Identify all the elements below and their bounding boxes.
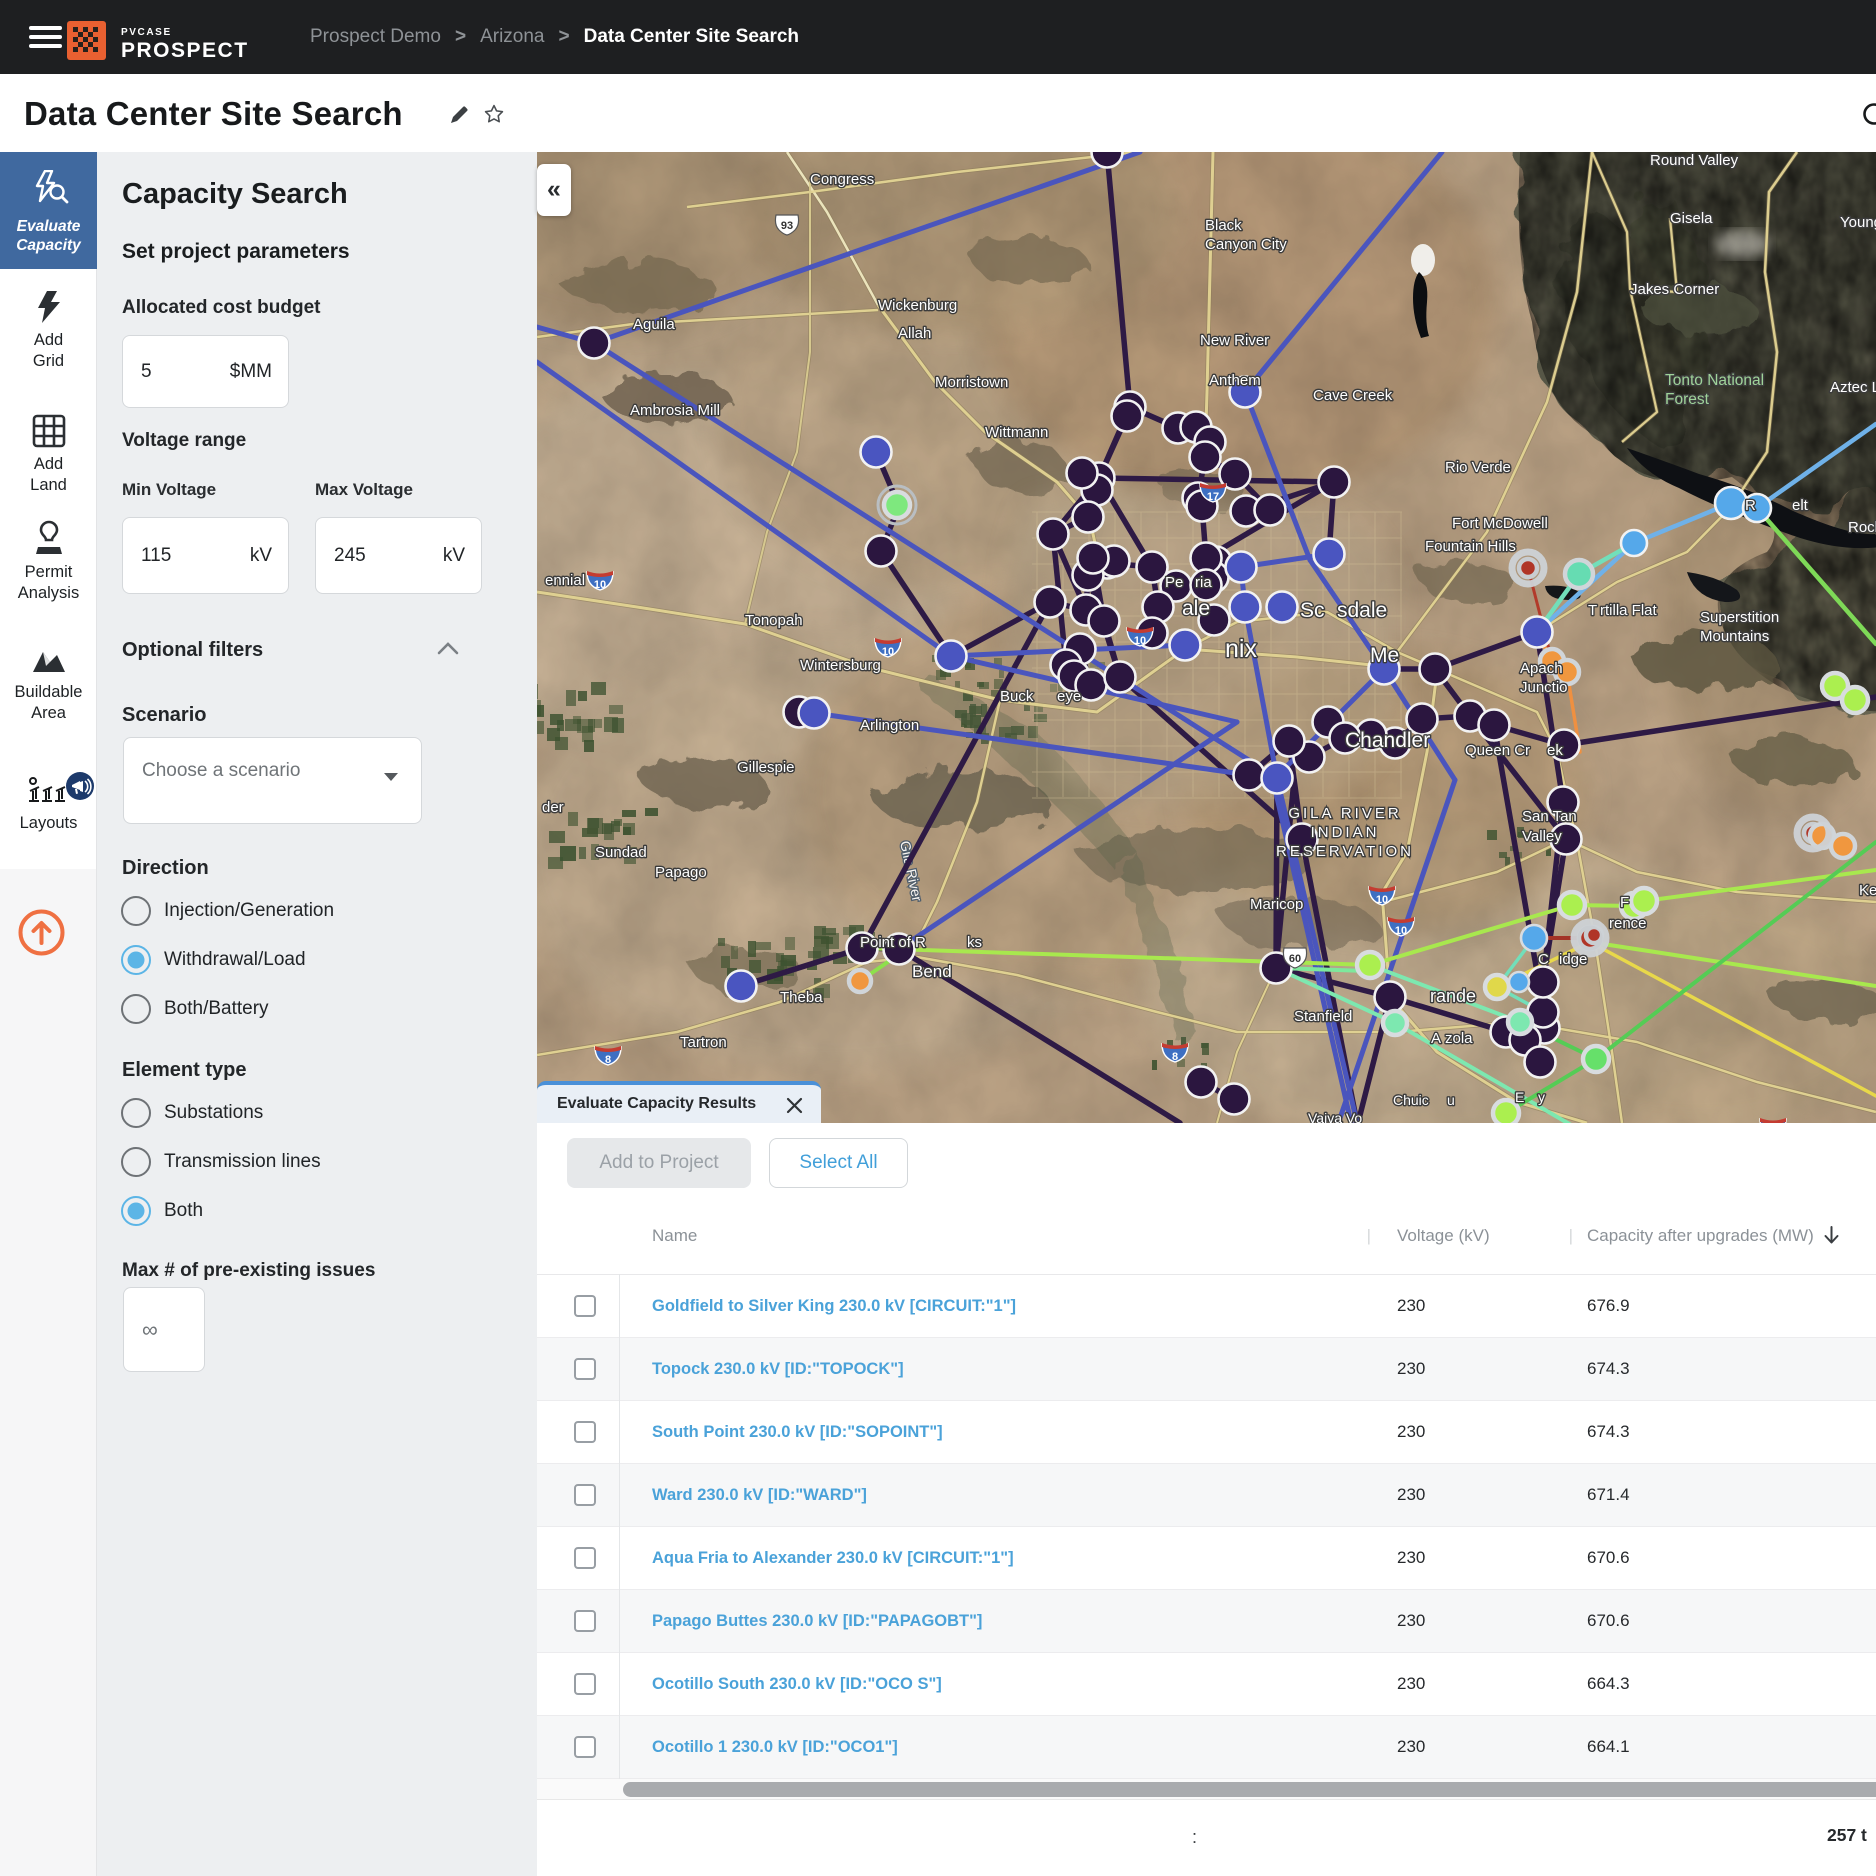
svg-text:Canyon City: Canyon City (1205, 236, 1287, 253)
svg-text:Pe: Pe (1165, 574, 1183, 591)
svg-text:10: 10 (1134, 635, 1146, 647)
svg-text:Apach: Apach (1520, 660, 1563, 677)
svg-text:C: C (1538, 951, 1549, 968)
svg-text:Point of R: Point of R (860, 934, 926, 951)
svg-text:Round Valley: Round Valley (1650, 152, 1739, 169)
svg-text:eye: eye (1057, 688, 1081, 705)
svg-text:Rock Hou: Rock Hou (1848, 519, 1876, 536)
svg-text:Wittmann: Wittmann (985, 424, 1048, 441)
svg-text:Stanfield: Stanfield (1294, 1008, 1352, 1025)
svg-text:Ke: Ke (1859, 882, 1876, 899)
svg-text:Superstition: Superstition (1700, 609, 1779, 626)
svg-text:San Tan: San Tan (1522, 808, 1577, 825)
svg-text:elt: elt (1792, 497, 1809, 514)
svg-text:Fort McDowell: Fort McDowell (1452, 515, 1548, 532)
svg-text:Allah: Allah (898, 325, 931, 342)
svg-text:Wickenburg: Wickenburg (878, 297, 957, 314)
svg-text:Forest: Forest (1665, 391, 1710, 408)
svg-text:rence: rence (1609, 915, 1647, 932)
svg-text:ria: ria (1195, 574, 1212, 591)
svg-text:10: 10 (1376, 894, 1388, 906)
svg-text:Papago: Papago (655, 864, 707, 881)
svg-text:Maricop: Maricop (1250, 896, 1303, 913)
svg-text:New River: New River (1200, 332, 1269, 349)
svg-text:Me: Me (1370, 644, 1399, 667)
svg-text:zola: zola (1445, 1030, 1473, 1047)
svg-text:sdale: sdale (1337, 599, 1387, 622)
svg-text:y: y (1538, 1089, 1545, 1105)
svg-text:Fountain Hills: Fountain Hills (1425, 538, 1516, 555)
svg-text:8: 8 (1172, 1051, 1178, 1063)
svg-text:GILA RIVER: GILA RIVER (1288, 805, 1401, 822)
svg-text:17: 17 (1207, 491, 1219, 503)
svg-text:Congress: Congress (810, 171, 874, 188)
svg-text:Morristown: Morristown (935, 374, 1008, 391)
svg-text:Vaiva Vo: Vaiva Vo (1308, 1110, 1362, 1123)
svg-text:Wintersburg: Wintersburg (800, 657, 881, 674)
svg-text:nix: nix (1225, 635, 1257, 663)
svg-text:Theba: Theba (780, 989, 823, 1006)
svg-text:rande: rande (1430, 986, 1476, 1006)
svg-text:Valley: Valley (1522, 828, 1562, 845)
svg-text:Aztec Lodg: Aztec Lodg (1830, 379, 1876, 396)
svg-text:Gisela: Gisela (1670, 210, 1713, 227)
svg-text:Sc: Sc (1300, 599, 1325, 622)
svg-text:Tartron: Tartron (680, 1034, 727, 1051)
svg-text:rtilla Flat: rtilla Flat (1600, 602, 1658, 619)
svg-text:A: A (1431, 1030, 1441, 1047)
svg-text:Jakes Corner: Jakes Corner (1630, 281, 1719, 298)
svg-text:Tonto National: Tonto National (1665, 372, 1764, 389)
svg-text:Chandler: Chandler (1345, 729, 1430, 752)
svg-text:u: u (1447, 1092, 1455, 1108)
svg-text:Anthem: Anthem (1209, 372, 1261, 389)
svg-text:10: 10 (882, 646, 894, 658)
svg-text:F: F (1620, 894, 1629, 911)
svg-text:Buck: Buck (1000, 688, 1034, 705)
svg-text:Mountains: Mountains (1700, 628, 1769, 645)
svg-text:Arlington: Arlington (860, 717, 919, 734)
svg-text:Chuic: Chuic (1393, 1092, 1429, 1108)
svg-text:Tonopah: Tonopah (745, 612, 803, 629)
svg-text:ks: ks (967, 934, 982, 951)
svg-text:Sundad: Sundad (595, 844, 647, 861)
svg-text:ale: ale (1182, 597, 1210, 620)
svg-text:Black: Black (1205, 217, 1242, 234)
svg-text:Queen Cr: Queen Cr (1465, 742, 1530, 759)
svg-text:RESERVATION: RESERVATION (1276, 843, 1414, 860)
svg-text:der: der (542, 799, 564, 816)
svg-text:ennial: ennial (545, 572, 585, 589)
svg-text:Aguila: Aguila (633, 316, 675, 333)
svg-text:idge: idge (1559, 951, 1587, 968)
svg-text:Cave Creek: Cave Creek (1313, 387, 1393, 404)
svg-text:T: T (1588, 602, 1597, 619)
svg-text:Bend: Bend (912, 962, 952, 981)
svg-text:10: 10 (1395, 925, 1407, 937)
svg-text:93: 93 (781, 220, 793, 232)
svg-text:ek: ek (1547, 742, 1563, 759)
svg-text:60: 60 (1289, 953, 1301, 965)
svg-text:Junctio: Junctio (1520, 679, 1568, 696)
svg-text:Gillespie: Gillespie (737, 759, 795, 776)
svg-text:INDIAN: INDIAN (1311, 824, 1380, 841)
svg-text:Rio Verde: Rio Verde (1445, 459, 1511, 476)
svg-text:Young: Young (1840, 214, 1876, 231)
svg-text:Ambrosia Mill: Ambrosia Mill (630, 402, 720, 419)
svg-text:E: E (1515, 1089, 1524, 1105)
svg-text:R: R (1745, 497, 1756, 514)
svg-text:8: 8 (605, 1054, 611, 1066)
svg-text:10: 10 (594, 579, 606, 591)
